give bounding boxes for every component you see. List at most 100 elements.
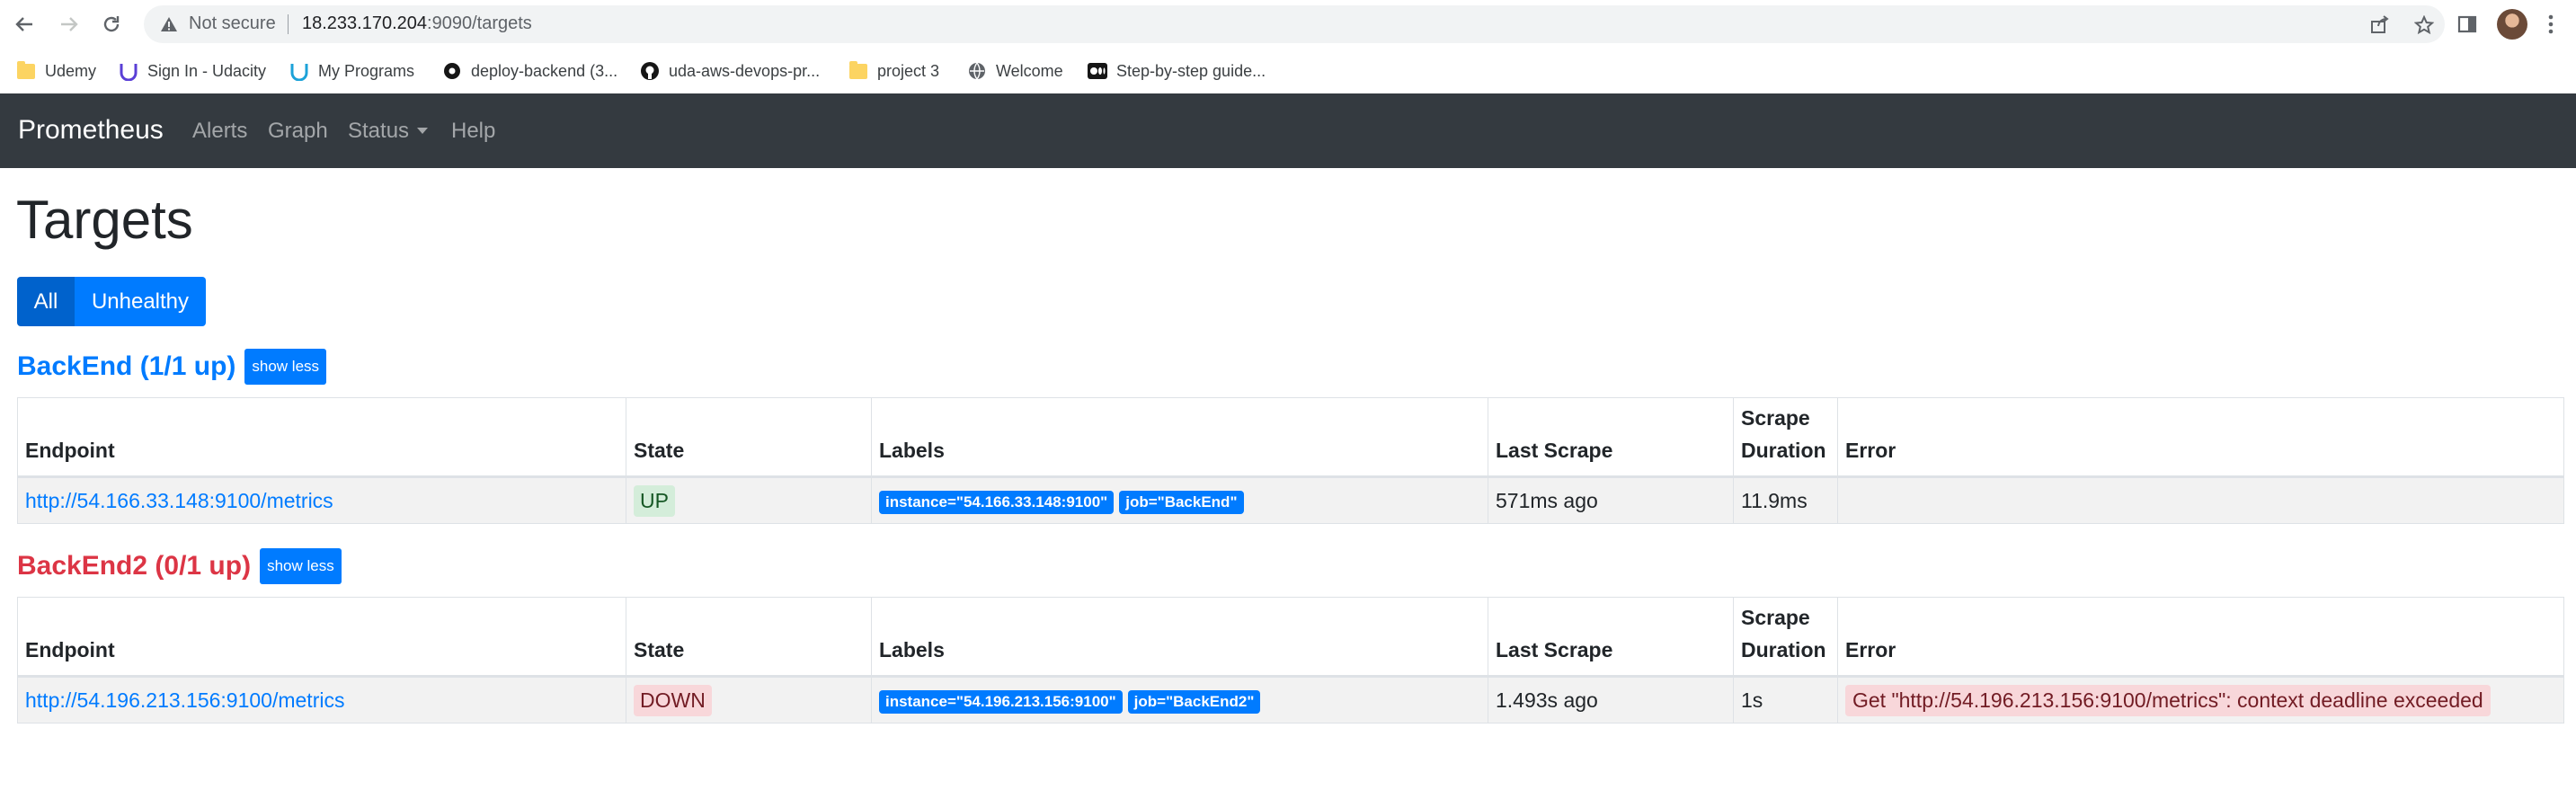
col-endpoint: Endpoint	[17, 597, 626, 678]
back-arrow-icon	[15, 17, 32, 31]
nav-help[interactable]: Help	[451, 119, 495, 144]
bookmark-label: Sign In - Udacity	[147, 61, 267, 80]
bookmark-label: Udemy	[45, 61, 97, 80]
show-less-button[interactable]: show less	[260, 548, 342, 584]
omnibox-separator	[288, 14, 289, 34]
nav-status-dropdown[interactable]: Status	[348, 119, 429, 144]
bookmark-github-repo[interactable]: uda-aws-devops-pr...	[640, 59, 820, 83]
url-text: 18.233.170.204:9090/targets	[302, 13, 532, 34]
folder-icon	[16, 60, 36, 81]
col-scrape-duration-line2: Duration	[1741, 439, 1826, 462]
table-row: http://54.166.33.148:9100/metrics UP ins…	[17, 476, 2564, 524]
forward-button[interactable]	[54, 9, 84, 40]
page-title: Targets	[16, 190, 193, 250]
filter-unhealthy-button[interactable]: Unhealthy	[75, 277, 206, 326]
bookmark-star-icon[interactable]	[2414, 15, 2434, 35]
folder-icon	[848, 60, 868, 81]
table-header-row: Endpoint State Labels Last Scrape Scrape…	[17, 397, 2564, 478]
bookmark-label: My Programs	[318, 61, 415, 80]
state-badge-up: UP	[634, 484, 675, 517]
caret-down-icon	[417, 128, 429, 134]
url-host: 18.233.170.204	[302, 13, 428, 33]
nav-graph[interactable]: Graph	[268, 119, 328, 144]
col-scrape-duration-line1: Scrape	[1741, 606, 1810, 629]
col-error: Error	[1837, 597, 2564, 678]
share-icon[interactable]	[2370, 15, 2390, 33]
bookmark-label: Welcome	[996, 61, 1063, 80]
kebab-menu-icon[interactable]	[2547, 14, 2554, 34]
targets-table-backend2: Endpoint State Labels Last Scrape Scrape…	[17, 597, 2564, 724]
address-bar[interactable]: Not secure 18.233.170.204:9090/targets	[144, 5, 2445, 43]
pool-title[interactable]: BackEnd (1/1 up)	[17, 351, 235, 382]
col-error: Error	[1837, 397, 2564, 478]
col-labels: Labels	[871, 397, 1488, 478]
reload-button[interactable]	[96, 9, 127, 40]
browser-toolbar: Not secure 18.233.170.204:9090/targets	[0, 0, 2576, 49]
bookmark-label: Step-by-step guide...	[1116, 61, 1266, 80]
medium-icon	[1088, 61, 1107, 81]
label-badge-instance: instance="54.196.213.156:9100"	[879, 689, 1123, 714]
col-scrape-duration-line2: Duration	[1741, 638, 1826, 661]
bookmark-deploy-backend[interactable]: deploy-backend (3...	[442, 59, 617, 83]
col-scrape-duration: Scrape Duration	[1733, 597, 1838, 678]
state-cell: UP	[626, 476, 872, 524]
col-endpoint: Endpoint	[17, 397, 626, 478]
bookmark-udacity-signin[interactable]: Sign In - Udacity	[119, 59, 266, 83]
pool-header-backend2: BackEnd2 (0/1 up) show less	[17, 548, 342, 584]
col-state: State	[626, 397, 872, 478]
pool-title[interactable]: BackEnd2 (0/1 up)	[17, 551, 251, 581]
bookmark-welcome[interactable]: Welcome	[967, 59, 1063, 83]
reload-icon	[103, 16, 120, 32]
endpoint-cell: http://54.196.213.156:9100/metrics	[17, 676, 626, 724]
col-last-scrape: Last Scrape	[1488, 397, 1734, 478]
side-panel-icon[interactable]	[2457, 14, 2477, 34]
endpoint-link[interactable]: http://54.166.33.148:9100/metrics	[25, 489, 333, 512]
label-badge-instance: instance="54.166.33.148:9100"	[879, 490, 1115, 514]
state-badge-down: DOWN	[634, 684, 712, 716]
scrape-duration-cell: 11.9ms	[1733, 476, 1838, 524]
brand-link[interactable]: Prometheus	[18, 115, 164, 146]
bookmark-label: uda-aws-devops-pr...	[669, 61, 821, 80]
show-less-button[interactable]: show less	[244, 349, 327, 385]
prometheus-navbar: Prometheus Alerts Graph Status Help	[0, 93, 2576, 168]
github-icon	[640, 61, 660, 81]
udacity-icon	[289, 61, 309, 81]
error-cell: Get "http://54.196.213.156:9100/metrics"…	[1837, 676, 2564, 724]
pool-header-backend: BackEnd (1/1 up) show less	[17, 349, 327, 385]
label-badge-job: job="BackEnd"	[1119, 490, 1244, 514]
bookmark-step-by-step[interactable]: Step-by-step guide...	[1088, 59, 1266, 83]
nav-status-label: Status	[348, 119, 410, 143]
bookmark-my-programs[interactable]: My Programs	[289, 59, 414, 83]
last-scrape-cell: 1.493s ago	[1488, 676, 1734, 724]
label-badge-job: job="BackEnd2"	[1127, 689, 1261, 714]
table-row: http://54.196.213.156:9100/metrics DOWN …	[17, 676, 2564, 724]
nav-alerts[interactable]: Alerts	[192, 119, 247, 144]
globe-icon	[967, 61, 987, 81]
labels-cell: instance="54.166.33.148:9100" job="BackEn…	[871, 476, 1488, 524]
forward-arrow-icon	[61, 17, 78, 31]
filter-all-button[interactable]: All	[17, 277, 75, 326]
profile-avatar[interactable]	[2497, 9, 2527, 40]
col-labels: Labels	[871, 597, 1488, 678]
target-filter-group: All Unhealthy	[17, 277, 206, 326]
back-button[interactable]	[9, 9, 40, 40]
scrape-duration-cell: 1s	[1733, 676, 1838, 724]
labels-cell: instance="54.196.213.156:9100" job="BackE…	[871, 676, 1488, 724]
circleci-icon	[442, 61, 462, 81]
last-scrape-cell: 571ms ago	[1488, 476, 1734, 524]
bookmark-udemy[interactable]: Udemy	[16, 59, 96, 83]
col-state: State	[626, 597, 872, 678]
state-cell: DOWN	[626, 676, 872, 724]
targets-table-backend: Endpoint State Labels Last Scrape Scrape…	[17, 397, 2564, 524]
col-scrape-duration-line1: Scrape	[1741, 406, 1810, 430]
bookmark-label: project 3	[877, 61, 940, 80]
url-path: :9090/targets	[427, 13, 532, 33]
bookmark-label: deploy-backend (3...	[471, 61, 618, 80]
bookmark-project-3[interactable]: project 3	[848, 59, 939, 83]
error-badge: Get "http://54.196.213.156:9100/metrics"…	[1845, 684, 2491, 716]
table-header-row: Endpoint State Labels Last Scrape Scrape…	[17, 597, 2564, 678]
endpoint-cell: http://54.166.33.148:9100/metrics	[17, 476, 626, 524]
udacity-icon	[119, 61, 138, 81]
error-cell	[1837, 476, 2564, 524]
endpoint-link[interactable]: http://54.196.213.156:9100/metrics	[25, 688, 344, 712]
